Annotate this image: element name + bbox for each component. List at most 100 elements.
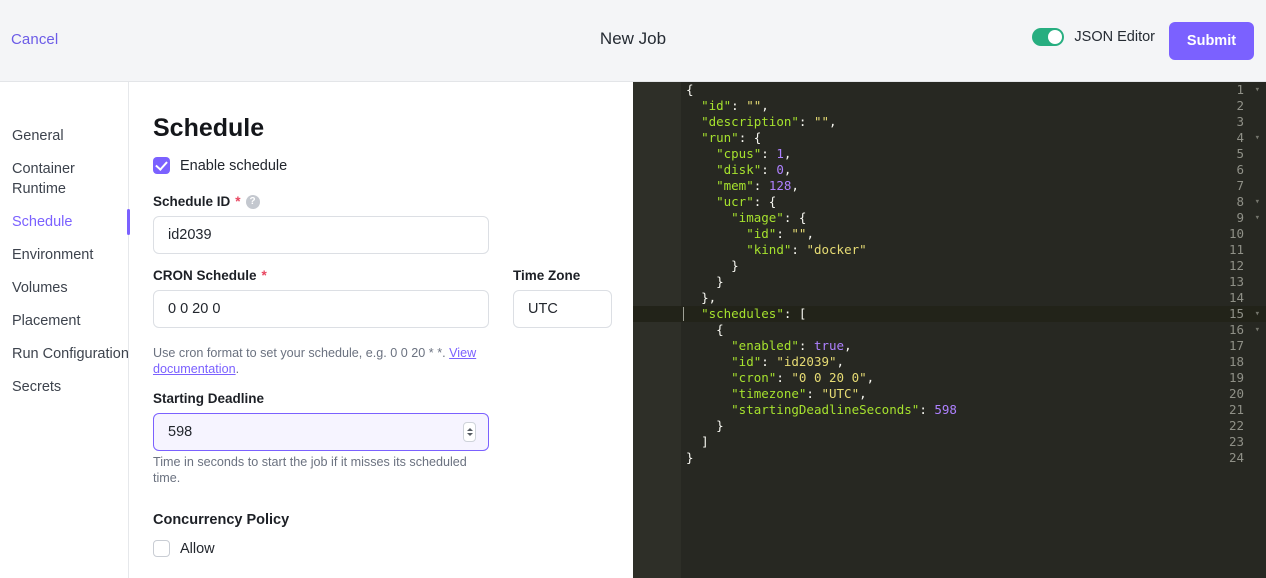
schedule-id-input[interactable]: [153, 216, 489, 254]
sidebar-item-placement[interactable]: Placement: [0, 311, 129, 331]
editor-line[interactable]: 5 "cpus": 1,: [633, 146, 1266, 162]
schedule-id-label-row: Schedule ID * ?: [153, 194, 633, 209]
code-text: }: [686, 450, 694, 465]
code-text: "id": "",: [701, 98, 769, 113]
fold-arrow-icon[interactable]: ▾: [1255, 82, 1260, 98]
cron-and-timezone-row: CRON Schedule * Use cron format to set y…: [153, 268, 633, 377]
editor-line[interactable]: 15 ▾ "schedules": [: [633, 306, 1266, 322]
sidebar-item-volumes[interactable]: Volumes: [0, 278, 129, 298]
editor-line[interactable]: 11 "kind": "docker": [633, 242, 1266, 258]
line-number: 11: [1228, 242, 1244, 257]
editor-line[interactable]: 3 "description": "",: [633, 114, 1266, 130]
editor-line[interactable]: 20 "timezone": "UTC",: [633, 386, 1266, 402]
editor-line[interactable]: 14 },: [633, 290, 1266, 306]
starting-deadline-stepper[interactable]: [463, 422, 476, 442]
json-editor[interactable]: 1 ▾{2 "id": "", 3 "description": "", 4 ▾ "ru…: [633, 82, 1266, 578]
fold-arrow-icon[interactable]: ▾: [1255, 322, 1260, 338]
line-number: 7: [1236, 178, 1244, 193]
line-number: 23: [1228, 434, 1244, 449]
editor-line[interactable]: 18 "id": "id2039",: [633, 354, 1266, 370]
line-number: 4: [1236, 130, 1244, 145]
code-text: "mem": 128,: [716, 178, 799, 193]
stepper-down-icon[interactable]: [466, 433, 473, 436]
sidebar-item-environment[interactable]: Environment: [0, 245, 129, 265]
sidebar-nav: General Container Runtime Schedule Envir…: [0, 82, 130, 578]
editor-line[interactable]: 23 ]: [633, 434, 1266, 450]
fold-arrow-icon[interactable]: ▾: [1255, 306, 1260, 322]
cron-hint-suffix: .: [235, 362, 240, 376]
fold-arrow-icon[interactable]: ▾: [1255, 130, 1260, 146]
editor-line[interactable]: 10 "id": "",: [633, 226, 1266, 242]
cron-schedule-input[interactable]: [153, 290, 489, 328]
line-number: 16: [1228, 322, 1244, 337]
submit-button[interactable]: Submit: [1169, 22, 1254, 60]
form-title: Schedule: [153, 114, 265, 142]
enable-schedule-checkbox[interactable]: [153, 157, 170, 174]
code-text: }: [716, 418, 724, 433]
editor-line[interactable]: 7 "mem": 128,: [633, 178, 1266, 194]
cron-hint-prefix: Use cron format to set your schedule, e.…: [153, 346, 450, 360]
editor-line[interactable]: 12 }: [633, 258, 1266, 274]
editor-line[interactable]: 6 "disk": 0,: [633, 162, 1266, 178]
fold-arrow-icon[interactable]: ▾: [1255, 210, 1260, 226]
editor-line[interactable]: 2 "id": "",: [633, 98, 1266, 114]
line-number: 6: [1236, 162, 1244, 177]
page-header: Cancel New Job JSON Editor Submit: [0, 0, 1266, 82]
sidebar-item-secrets[interactable]: Secrets: [0, 377, 129, 397]
code-text: ]: [701, 434, 709, 449]
stepper-up-icon[interactable]: [466, 428, 473, 431]
schedule-form: Schedule Enable schedule Schedule ID * ?…: [130, 82, 633, 578]
editor-line[interactable]: 17 "enabled": true,: [633, 338, 1266, 354]
cron-schedule-hint: Use cron format to set your schedule, e.…: [153, 345, 486, 377]
code-text: "id": "",: [746, 226, 814, 241]
editor-line[interactable]: 19 "cron": "0 0 20 0",: [633, 370, 1266, 386]
time-zone-input[interactable]: [513, 290, 612, 328]
schedule-id-required-marker: *: [235, 194, 241, 209]
line-number: 17: [1228, 338, 1244, 353]
help-icon[interactable]: ?: [245, 194, 260, 209]
code-text: }: [731, 258, 739, 273]
editor-line[interactable]: 1 ▾ {: [633, 82, 1266, 98]
line-number: 3: [1236, 114, 1244, 129]
cron-schedule-required-marker: *: [261, 268, 267, 283]
line-number: 1: [1236, 82, 1244, 97]
sidebar-item-schedule[interactable]: Schedule: [0, 209, 130, 235]
allow-checkbox[interactable]: [153, 540, 170, 557]
line-number: 22: [1228, 418, 1244, 433]
code-text: "disk": 0,: [716, 162, 792, 177]
editor-line[interactable]: 21 "startingDeadlineSeconds": 598: [633, 402, 1266, 418]
timezone-field-group: Time Zone: [513, 268, 612, 377]
code-text: },: [701, 290, 717, 305]
line-number: 24: [1228, 450, 1244, 465]
line-number: 21: [1228, 402, 1244, 417]
code-text: "cpus": 1,: [716, 146, 792, 161]
editor-caret: [683, 307, 684, 321]
editor-line[interactable]: 24}: [633, 450, 1266, 466]
cron-schedule-label-row: CRON Schedule *: [153, 268, 489, 283]
cron-field-group: CRON Schedule * Use cron format to set y…: [153, 268, 489, 377]
code-text: "cron": "0 0 20 0",: [731, 370, 875, 385]
sidebar-item-run-configuration[interactable]: Run Configuration: [0, 344, 129, 364]
line-number: 20: [1228, 386, 1244, 401]
code-text: "ucr": {: [716, 194, 777, 209]
sidebar-item-container-runtime[interactable]: Container Runtime: [0, 159, 129, 199]
line-number: 8: [1236, 194, 1244, 209]
editor-line[interactable]: 8 ▾ "ucr": {: [633, 194, 1266, 210]
line-number: 13: [1228, 274, 1244, 289]
line-number: 5: [1236, 146, 1244, 161]
cron-schedule-label: CRON Schedule: [153, 268, 257, 283]
fold-arrow-icon[interactable]: ▾: [1255, 194, 1260, 210]
line-number: 10: [1228, 226, 1244, 241]
editor-line[interactable]: 4 ▾ "run": {: [633, 130, 1266, 146]
starting-deadline-label: Starting Deadline: [153, 391, 265, 406]
json-editor-toggle[interactable]: [1032, 28, 1065, 46]
sidebar-item-general[interactable]: General: [0, 126, 129, 146]
editor-line[interactable]: 22 }: [633, 418, 1266, 434]
editor-line[interactable]: 16 ▾ {: [633, 322, 1266, 338]
editor-line[interactable]: 9 ▾ "image": {: [633, 210, 1266, 226]
schedule-id-label: Schedule ID: [153, 194, 231, 209]
editor-line[interactable]: 13 }: [633, 274, 1266, 290]
code-text: "image": {: [731, 210, 807, 225]
code-text: {: [716, 322, 724, 337]
starting-deadline-input[interactable]: [153, 413, 489, 451]
